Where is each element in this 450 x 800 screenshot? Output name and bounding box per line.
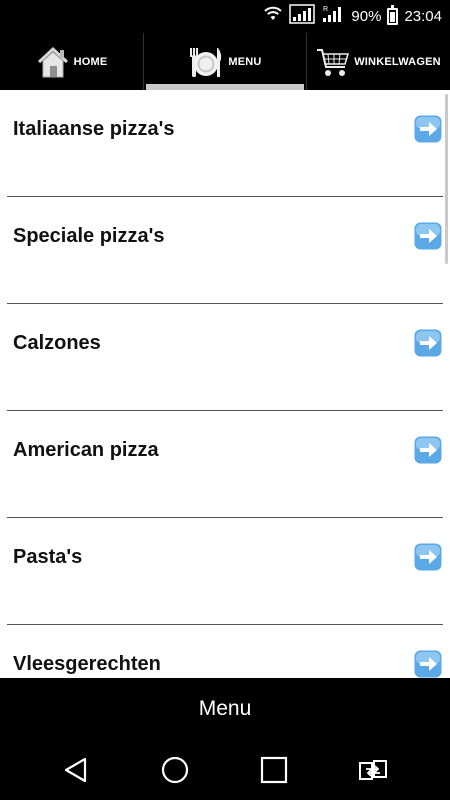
menu-category-list[interactable]: Italiaanse pizza's Speciale pizza's Calz… — [0, 90, 450, 678]
list-item[interactable]: American pizza — [0, 411, 443, 518]
plate-cutlery-icon — [188, 45, 224, 79]
arrow-right-icon[interactable] — [414, 650, 442, 678]
arrow-right-icon[interactable] — [414, 222, 442, 250]
tab-winkelwagen[interactable]: WINKELWAGEN — [307, 33, 450, 90]
list-item-label: Calzones — [13, 332, 101, 354]
list-item[interactable]: Pasta's — [0, 518, 443, 625]
list-item[interactable]: Speciale pizza's — [0, 197, 443, 304]
tab-menu[interactable]: MENU — [143, 33, 307, 90]
scrollbar[interactable] — [445, 94, 448, 264]
tab-home[interactable]: HOME — [0, 33, 143, 90]
battery-percent: 90% — [351, 7, 382, 25]
back-icon[interactable] — [61, 755, 91, 785]
status-bar: R 90% 23:04 — [0, 0, 450, 33]
signal-icon — [289, 3, 316, 29]
arrow-right-icon[interactable] — [414, 329, 442, 357]
battery-icon — [387, 4, 399, 25]
home-circle-icon[interactable] — [160, 755, 190, 785]
list-item[interactable]: Calzones — [0, 304, 443, 411]
switch-app-icon[interactable] — [358, 755, 388, 785]
tab-winkelwagen-label: WINKELWAGEN — [354, 55, 441, 68]
status-icons: R 90% 23:04 — [263, 3, 442, 29]
list-item-label: Pasta's — [13, 546, 83, 568]
clock: 23:04 — [404, 7, 442, 25]
tab-home-label: HOME — [73, 55, 108, 68]
list-item-label: Speciale pizza's — [13, 225, 165, 247]
menu-bar-label: Menu — [198, 697, 252, 720]
arrow-right-icon[interactable] — [414, 115, 442, 143]
list-item[interactable]: Vleesgerechten — [0, 625, 443, 678]
shopping-cart-icon — [316, 45, 350, 79]
menu-bar-button[interactable]: Menu — [0, 678, 450, 740]
wifi-icon — [263, 6, 283, 27]
signal-roaming-icon: R — [321, 4, 345, 29]
recents-icon[interactable] — [259, 755, 289, 785]
list-item-label: Italiaanse pizza's — [13, 118, 175, 140]
home-icon — [36, 45, 70, 79]
list-item-label: Vleesgerechten — [13, 653, 161, 675]
list-item-label: American pizza — [13, 439, 159, 461]
system-nav-bar — [0, 740, 450, 800]
arrow-right-icon[interactable] — [414, 436, 442, 464]
tab-menu-label: MENU — [228, 55, 262, 68]
arrow-right-icon[interactable] — [414, 543, 442, 571]
tab-bar: HOME MENU WINKELWAGEN — [0, 33, 450, 90]
list-item[interactable]: Italiaanse pizza's — [0, 90, 443, 197]
svg-text:R: R — [323, 6, 328, 13]
